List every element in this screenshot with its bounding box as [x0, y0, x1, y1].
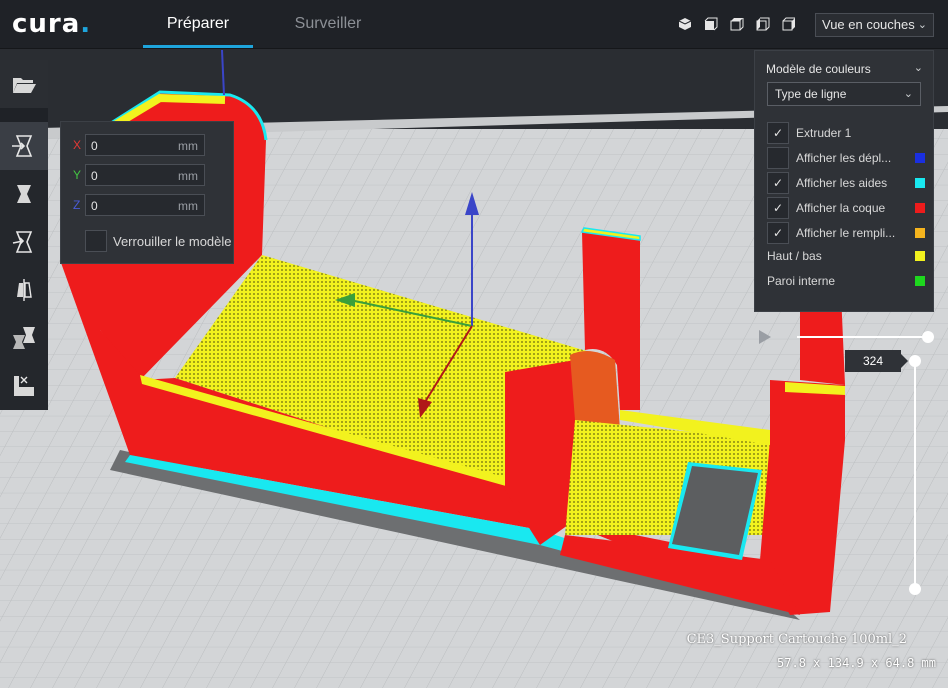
extruder-1-row: ✓ Extruder 1 [767, 122, 925, 144]
current-layer-badge[interactable]: 324 [845, 350, 908, 372]
top-bar: cura. Préparer Surveiller Vue en couches… [0, 0, 948, 49]
extruder-1-checkbox[interactable]: ✓ [767, 122, 789, 144]
view-front-icon[interactable] [704, 17, 718, 31]
object-name: CE3_Support Cartouche 100ml_2 [686, 632, 907, 647]
show-travels-row: Afficher les dépl... [767, 147, 925, 169]
view-3d-icon[interactable] [678, 17, 692, 31]
per-model-settings-icon [13, 327, 35, 349]
cura-logo: cura. [12, 9, 92, 39]
inner-wall-color-swatch [915, 276, 925, 286]
rotate-tool-button[interactable] [0, 218, 48, 266]
show-helpers-row: ✓ Afficher les aides [767, 172, 925, 194]
per-model-settings-button[interactable] [0, 314, 48, 362]
move-tool-icon [12, 135, 33, 157]
show-travels-checkbox[interactable] [767, 147, 789, 169]
extruder-1-label: Extruder 1 [796, 126, 852, 140]
toolbar-divider [0, 108, 48, 122]
view-top-icon[interactable] [730, 17, 744, 31]
tab-prepare[interactable]: Préparer [143, 0, 253, 48]
open-folder-icon [13, 78, 36, 93]
move-tool-button[interactable] [0, 122, 48, 170]
z-axis-label: Z [73, 198, 81, 212]
view-mode-select[interactable]: Vue en couches ⌄ [815, 13, 934, 37]
collapse-chevron-icon[interactable]: ⌄ [914, 61, 923, 74]
open-file-button[interactable] [0, 60, 48, 108]
layer-slider-bottom-handle[interactable] [909, 583, 921, 595]
object-dimensions: 57.8 x 134.9 x 64.8 mm [777, 656, 936, 670]
x-position-input[interactable]: 0 mm [85, 134, 205, 156]
show-shell-label: Afficher la coque [796, 201, 886, 215]
scale-tool-button[interactable] [0, 170, 48, 218]
view-left-icon[interactable] [756, 17, 770, 31]
support-blocker-button[interactable] [0, 362, 48, 410]
travels-color-swatch [915, 153, 925, 163]
chevron-down-icon: ⌄ [903, 88, 913, 100]
y-axis-row: Y 0 mm [71, 164, 221, 188]
layer-slider-top-handle[interactable] [909, 355, 921, 367]
tab-monitor[interactable]: Surveiller [278, 0, 378, 48]
infill-color-swatch [915, 228, 925, 238]
z-position-input[interactable]: 0 mm [85, 194, 205, 216]
play-icon[interactable] [758, 329, 772, 345]
lock-model-label: Verrouiller le modèle [113, 234, 232, 249]
top-bottom-row: Haut / bas [767, 245, 925, 267]
view-right-icon[interactable] [782, 17, 796, 31]
show-shell-checkbox[interactable]: ✓ [767, 197, 789, 219]
show-helpers-checkbox[interactable]: ✓ [767, 172, 789, 194]
chevron-down-icon: ⌄ [917, 19, 927, 31]
z-axis-row: Z 0 mm [71, 194, 221, 218]
color-scheme-panel: Modèle de couleurs ⌄ Type de ligne ⌄ ✓ E… [754, 50, 934, 312]
rotate-tool-icon [12, 231, 33, 253]
show-helpers-label: Afficher les aides [796, 176, 888, 190]
x-axis-label: X [73, 138, 82, 152]
top-bottom-color-swatch [915, 251, 925, 261]
top-bottom-label: Haut / bas [767, 249, 822, 263]
show-infill-label: Afficher le rempli... [796, 226, 896, 240]
color-scheme-title[interactable]: Modèle de couleurs [766, 62, 871, 76]
color-scheme-select[interactable]: Type de ligne ⌄ [767, 82, 921, 106]
support-blocker-icon [14, 376, 34, 396]
inner-wall-row: Paroi interne [767, 270, 925, 292]
y-axis-label: Y [73, 168, 82, 182]
show-shell-row: ✓ Afficher la coque [767, 197, 925, 219]
mirror-tool-icon [17, 279, 32, 301]
move-panel: X 0 mm Y 0 mm Z 0 mm Verrouiller le modè… [60, 121, 234, 264]
y-position-input[interactable]: 0 mm [85, 164, 205, 186]
x-axis-row: X 0 mm [71, 134, 221, 158]
shell-color-swatch [915, 203, 925, 213]
helpers-color-swatch [915, 178, 925, 188]
scale-tool-icon [17, 185, 31, 203]
show-travels-label: Afficher les dépl... [796, 151, 892, 165]
show-infill-row: ✓ Afficher le rempli... [767, 222, 925, 244]
tool-bar [0, 60, 48, 410]
mirror-tool-button[interactable] [0, 266, 48, 314]
show-infill-checkbox[interactable]: ✓ [767, 222, 789, 244]
layer-progress-track[interactable] [797, 336, 928, 338]
layer-progress-handle[interactable] [922, 331, 934, 343]
layer-slider-track[interactable] [914, 361, 916, 589]
lock-model-checkbox[interactable] [85, 230, 107, 252]
inner-wall-label: Paroi interne [767, 274, 836, 288]
